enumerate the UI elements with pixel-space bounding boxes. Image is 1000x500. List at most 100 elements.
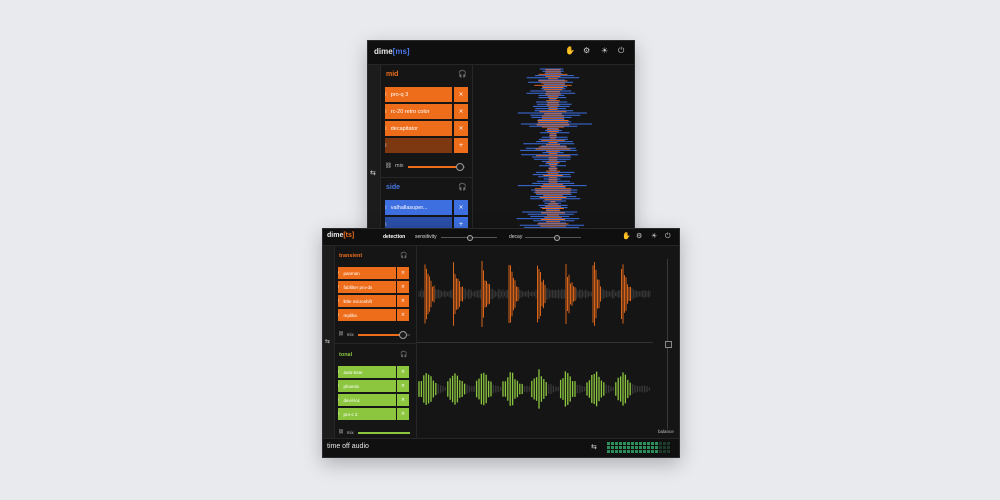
side-slot-1-remove-button[interactable]: ×: [454, 200, 468, 215]
mid-mix-knob[interactable]: [456, 163, 465, 171]
transient-slot-2[interactable]: ⁞ fabfilter pro-ds: [338, 281, 396, 293]
transient-slot-3[interactable]: ⁞ little microshift: [338, 295, 396, 307]
drag-handle-icon[interactable]: ⁞: [338, 313, 339, 318]
drag-handle-icon[interactable]: ⁞: [385, 205, 387, 211]
transient-mix-slider[interactable]: [358, 331, 410, 339]
sun-icon[interactable]: ☀: [651, 232, 657, 240]
level-meter-cell: [663, 446, 666, 449]
headphones-icon[interactable]: 🎧: [400, 252, 407, 259]
level-meter-cell: [635, 450, 638, 453]
mid-slot-3-label: decapitator: [390, 125, 418, 132]
tonal-slot-3-remove-button[interactable]: ×: [397, 394, 409, 406]
transient-mix-knob[interactable]: [399, 331, 408, 339]
mid-slot-empty[interactable]: ⁞: [385, 138, 452, 153]
mid-slot-3-remove-button[interactable]: ×: [454, 121, 468, 136]
level-meter-cell: [643, 442, 646, 445]
drag-handle-icon[interactable]: ⁞: [338, 398, 339, 403]
drag-handle-icon[interactable]: ⁞: [385, 92, 387, 98]
transient-slot-2-label: fabfilter pro-ds: [343, 284, 373, 290]
level-meter-cell: [631, 446, 634, 449]
grab-icon[interactable]: ✋: [622, 232, 631, 240]
mid-add-button[interactable]: +: [454, 138, 468, 153]
mid-slot-2-remove-button[interactable]: ×: [454, 104, 468, 119]
headphones-icon[interactable]: 🎧: [458, 183, 467, 191]
headphones-icon[interactable]: 🎧: [458, 70, 467, 78]
transient-slot-4[interactable]: ⁞ replika: [338, 309, 396, 321]
balance-knob[interactable]: [665, 341, 672, 348]
drag-handle-icon[interactable]: ⁞: [338, 412, 339, 417]
tonal-mix-slider[interactable]: [358, 432, 410, 434]
mid-mix-slider[interactable]: [408, 163, 465, 171]
link-icon[interactable]: ⛓: [338, 331, 344, 337]
transient-slot-4-remove-button[interactable]: ×: [397, 309, 409, 321]
ts-title-bracket: [ts]: [343, 232, 355, 239]
link-icon[interactable]: ⛓: [338, 429, 344, 435]
gear-icon[interactable]: ⚙: [583, 46, 590, 55]
tonal-slot-1[interactable]: ⁞ auto-tune: [338, 366, 396, 378]
drag-handle-icon[interactable]: ⁞: [385, 109, 387, 115]
side-slot-1[interactable]: ⁞ valhallasuper...: [385, 200, 452, 215]
level-meter: [607, 442, 670, 453]
ts-title-main: dime: [327, 232, 344, 239]
transient-slot-1-remove-button[interactable]: ×: [397, 267, 409, 279]
swap-icon[interactable]: ⇆: [591, 443, 597, 451]
drag-handle-icon[interactable]: ⁞: [385, 126, 387, 132]
tonal-slot-3-label: devil-loc: [343, 397, 360, 403]
drag-handle-icon[interactable]: ⁞: [385, 222, 387, 228]
level-meter-cell: [667, 450, 670, 453]
headphones-icon[interactable]: 🎧: [400, 351, 407, 358]
detection-label[interactable]: detection: [383, 234, 405, 240]
tonal-slot-2-remove-button[interactable]: ×: [397, 380, 409, 392]
tonal-slot-2[interactable]: ⁞ phoenix: [338, 380, 396, 392]
drag-handle-icon[interactable]: ⁞: [338, 384, 339, 389]
drag-handle-icon[interactable]: ⁞: [338, 370, 339, 375]
sensitivity-knob[interactable]: [467, 235, 473, 241]
section-divider: [334, 343, 416, 344]
sensitivity-label: sensitivity: [415, 234, 437, 240]
level-meter-cell: [655, 450, 658, 453]
drag-handle-icon[interactable]: ⁞: [385, 143, 387, 149]
transient-slot-2-remove-button[interactable]: ×: [397, 281, 409, 293]
transient-slot-3-remove-button[interactable]: ×: [397, 295, 409, 307]
side-slot-1-label: valhallasuper...: [390, 204, 428, 211]
mid-slot-3[interactable]: ⁞ decapitator: [385, 121, 452, 136]
transient-slot-1[interactable]: ⁞ panman: [338, 267, 396, 279]
level-meter-cell: [615, 450, 618, 453]
brand-name: time off audio: [327, 443, 369, 450]
power-icon[interactable]: ⏻: [618, 46, 624, 56]
mid-mix-fill: [408, 166, 460, 168]
grab-icon[interactable]: ✋: [565, 46, 575, 55]
balance-slider[interactable]: [665, 259, 672, 429]
tonal-slot-1-remove-button[interactable]: ×: [397, 366, 409, 378]
link-icon[interactable]: ⛓: [385, 163, 392, 169]
tonal-slot-3[interactable]: ⁞ devil-loc: [338, 394, 396, 406]
level-meter-cell: [655, 446, 658, 449]
drag-handle-icon[interactable]: ⁞: [338, 299, 339, 304]
mid-slot-1-remove-button[interactable]: ×: [454, 87, 468, 102]
tonal-waveform-display: [418, 369, 651, 409]
gear-icon[interactable]: ⚙: [636, 232, 642, 240]
mid-slot-1[interactable]: ⁞ pro-q 3: [385, 87, 452, 102]
power-icon[interactable]: ⏻: [665, 232, 671, 241]
drag-handle-icon[interactable]: ⁞: [338, 285, 339, 290]
sun-icon[interactable]: ☀: [601, 46, 608, 55]
swap-icon[interactable]: ⇆: [370, 169, 376, 177]
decay-slider[interactable]: [525, 235, 581, 241]
level-meter-cell: [647, 442, 650, 445]
ms-title-main: dime: [374, 47, 393, 56]
decay-knob[interactable]: [553, 235, 560, 241]
ts-footer: time off audio ⇆: [323, 438, 679, 457]
level-meter-cell: [663, 442, 666, 445]
level-meter-cell: [611, 450, 614, 453]
transient-mix-fill: [358, 334, 403, 336]
mid-slot-2[interactable]: ⁞ rc-20 retro color: [385, 104, 452, 119]
tonal-slot-4[interactable]: ⁞ pro-c 2: [338, 408, 396, 420]
tonal-slot-2-label: phoenix: [343, 383, 360, 389]
mid-section-label: mid: [386, 71, 399, 78]
tonal-slot-4-remove-button[interactable]: ×: [397, 408, 409, 420]
drag-handle-icon[interactable]: ⁞: [338, 271, 339, 276]
level-meter-cell: [615, 446, 618, 449]
tonal-slot-4-label: pro-c 2: [343, 411, 358, 417]
sensitivity-slider[interactable]: [441, 235, 497, 241]
swap-icon[interactable]: ⇆: [325, 338, 330, 345]
